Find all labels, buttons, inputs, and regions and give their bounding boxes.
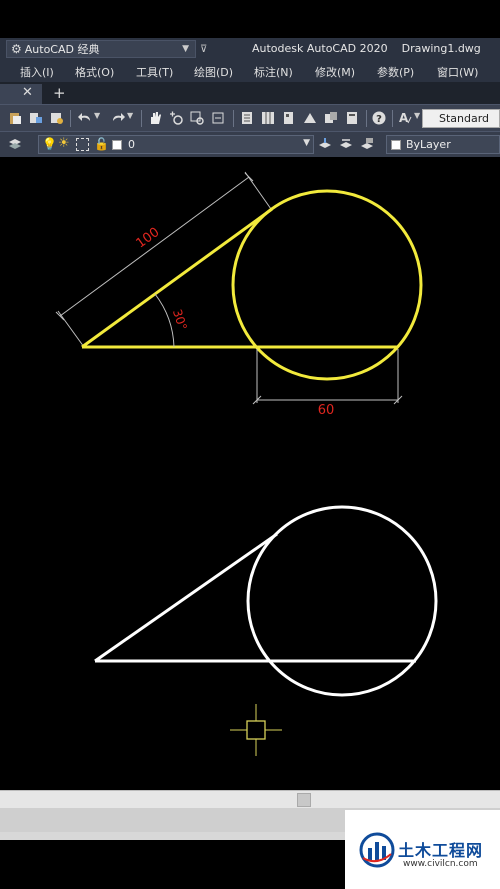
menu-tools[interactable]: 工具(T)	[136, 64, 173, 80]
circle[interactable]	[246, 505, 438, 697]
redo-icon[interactable]	[111, 111, 125, 125]
selected-geometry[interactable]	[81, 189, 423, 381]
tool-palettes-icon[interactable]	[282, 111, 296, 125]
color-select[interactable]: ByLayer	[386, 135, 500, 154]
layer-name: 0	[128, 138, 135, 151]
paste-icon[interactable]	[8, 111, 22, 125]
redo-dropdown-icon[interactable]: ▼	[127, 111, 133, 120]
properties-icon[interactable]	[240, 111, 254, 125]
layer-thaw-sun-icon[interactable]: ☀	[58, 136, 70, 151]
slant-line[interactable]	[94, 532, 278, 663]
tab-drawing1[interactable]: ✕	[0, 84, 42, 104]
dimension-angle-text: 30°	[170, 307, 190, 332]
color-name: ByLayer	[406, 138, 451, 151]
make-current-layer-icon[interactable]	[318, 137, 332, 151]
undo-dropdown-icon[interactable]: ▼	[94, 111, 100, 120]
layer-states-icon[interactable]	[360, 137, 374, 151]
chevron-down-icon[interactable]: ▼	[303, 138, 310, 148]
menu-format[interactable]: 格式(O)	[75, 64, 114, 80]
color-swatch	[391, 140, 401, 150]
drawing-svg: 100 30° 60	[55, 171, 438, 756]
layer-on-bulb-icon[interactable]: 💡	[42, 137, 57, 151]
menu-modify[interactable]: 修改(M)	[315, 64, 355, 80]
layer-color-swatch	[112, 140, 122, 150]
quick-access-customize-icon[interactable]: ⊽	[200, 44, 207, 55]
layers-toolbar: 💡 ☀ 🔓 0 ▼ ByLayer	[0, 131, 500, 157]
layer-viewport-icon[interactable]	[76, 138, 89, 151]
selected-circle[interactable]	[231, 189, 423, 381]
command-line[interactable]	[0, 832, 345, 889]
layer-select[interactable]: 💡 ☀ 🔓 0 ▼	[38, 135, 314, 154]
dimension-100-text: 100	[133, 225, 162, 252]
text-style-select[interactable]: Standard	[422, 109, 500, 128]
menu-dimension[interactable]: 标注(N)	[254, 64, 293, 80]
drawing-canvas[interactable]: 100 30° 60	[0, 157, 500, 790]
zoom-realtime-icon[interactable]	[169, 111, 183, 125]
workspace-switcher[interactable]: ⚙ AutoCAD 经典 ▼	[6, 40, 196, 58]
design-center-icon[interactable]	[261, 111, 275, 125]
command-line-border	[0, 832, 345, 840]
watermark-title: 土木工程网	[398, 841, 484, 860]
window-title: Autodesk AutoCAD 2020 Drawing1.dwg	[252, 42, 481, 55]
undo-icon[interactable]	[78, 111, 92, 125]
gear-icon: ⚙	[11, 42, 22, 56]
layer-properties-icon[interactable]	[8, 137, 22, 151]
workspace-name: AutoCAD 经典	[24, 43, 100, 56]
text-style-dropdown-icon[interactable]: ▼	[414, 111, 420, 120]
block-editor-icon[interactable]	[50, 111, 64, 125]
menu-bar: 插入(I) 格式(O) 工具(T) 绘图(D) 标注(N) 修改(M) 参数(P…	[0, 60, 500, 82]
sheet-set-icon[interactable]	[303, 111, 317, 125]
match-properties-icon[interactable]	[29, 111, 43, 125]
drawing-geometry[interactable]	[94, 505, 438, 697]
chevron-down-icon: ▼	[182, 44, 189, 54]
text-style-icon[interactable]: A	[398, 111, 412, 125]
new-tab-plus-icon[interactable]: +	[53, 84, 66, 102]
watermark-url: www.civilcn.com	[403, 859, 478, 869]
menu-draw[interactable]: 绘图(D)	[194, 64, 233, 80]
dimension-60[interactable]: 60	[252, 349, 403, 418]
zoom-window-icon[interactable]	[190, 111, 204, 125]
menu-window[interactable]: 窗口(W)	[437, 64, 478, 80]
layer-unlock-icon[interactable]: 🔓	[94, 137, 109, 151]
dimension-60-text: 60	[318, 403, 335, 418]
svg-text:?: ?	[376, 114, 382, 125]
zoom-previous-icon[interactable]	[211, 111, 225, 125]
standard-toolbar: ▼ ▼ ? A ▼ Standard	[0, 104, 500, 131]
markup-set-icon[interactable]	[324, 111, 338, 125]
help-icon[interactable]: ?	[372, 111, 386, 125]
close-icon[interactable]: ✕	[22, 85, 33, 100]
top-black-bar	[0, 0, 500, 38]
quick-calc-icon[interactable]	[345, 111, 359, 125]
document-name: Drawing1.dwg	[401, 42, 481, 55]
layer-previous-icon[interactable]	[339, 137, 353, 151]
document-tabs: ✕ +	[0, 82, 500, 104]
scrollbar-thumb[interactable]	[297, 793, 311, 807]
pan-hand-icon[interactable]	[148, 111, 162, 125]
app-name: Autodesk AutoCAD 2020	[252, 42, 388, 55]
watermark-logo-icon	[359, 832, 395, 868]
svg-text:A: A	[399, 111, 409, 125]
crosshair-cursor	[230, 704, 282, 756]
watermark: 土木工程网 www.civilcn.com	[345, 810, 500, 889]
title-bar: ⚙ AutoCAD 经典 ▼ ⊽ Autodesk AutoCAD 2020 D…	[0, 38, 500, 60]
dimension-angle[interactable]: 30°	[154, 293, 190, 348]
horizontal-scrollbar[interactable]	[0, 790, 500, 808]
menu-insert[interactable]: 插入(I)	[20, 64, 54, 80]
menu-parametric[interactable]: 参数(P)	[377, 64, 414, 80]
